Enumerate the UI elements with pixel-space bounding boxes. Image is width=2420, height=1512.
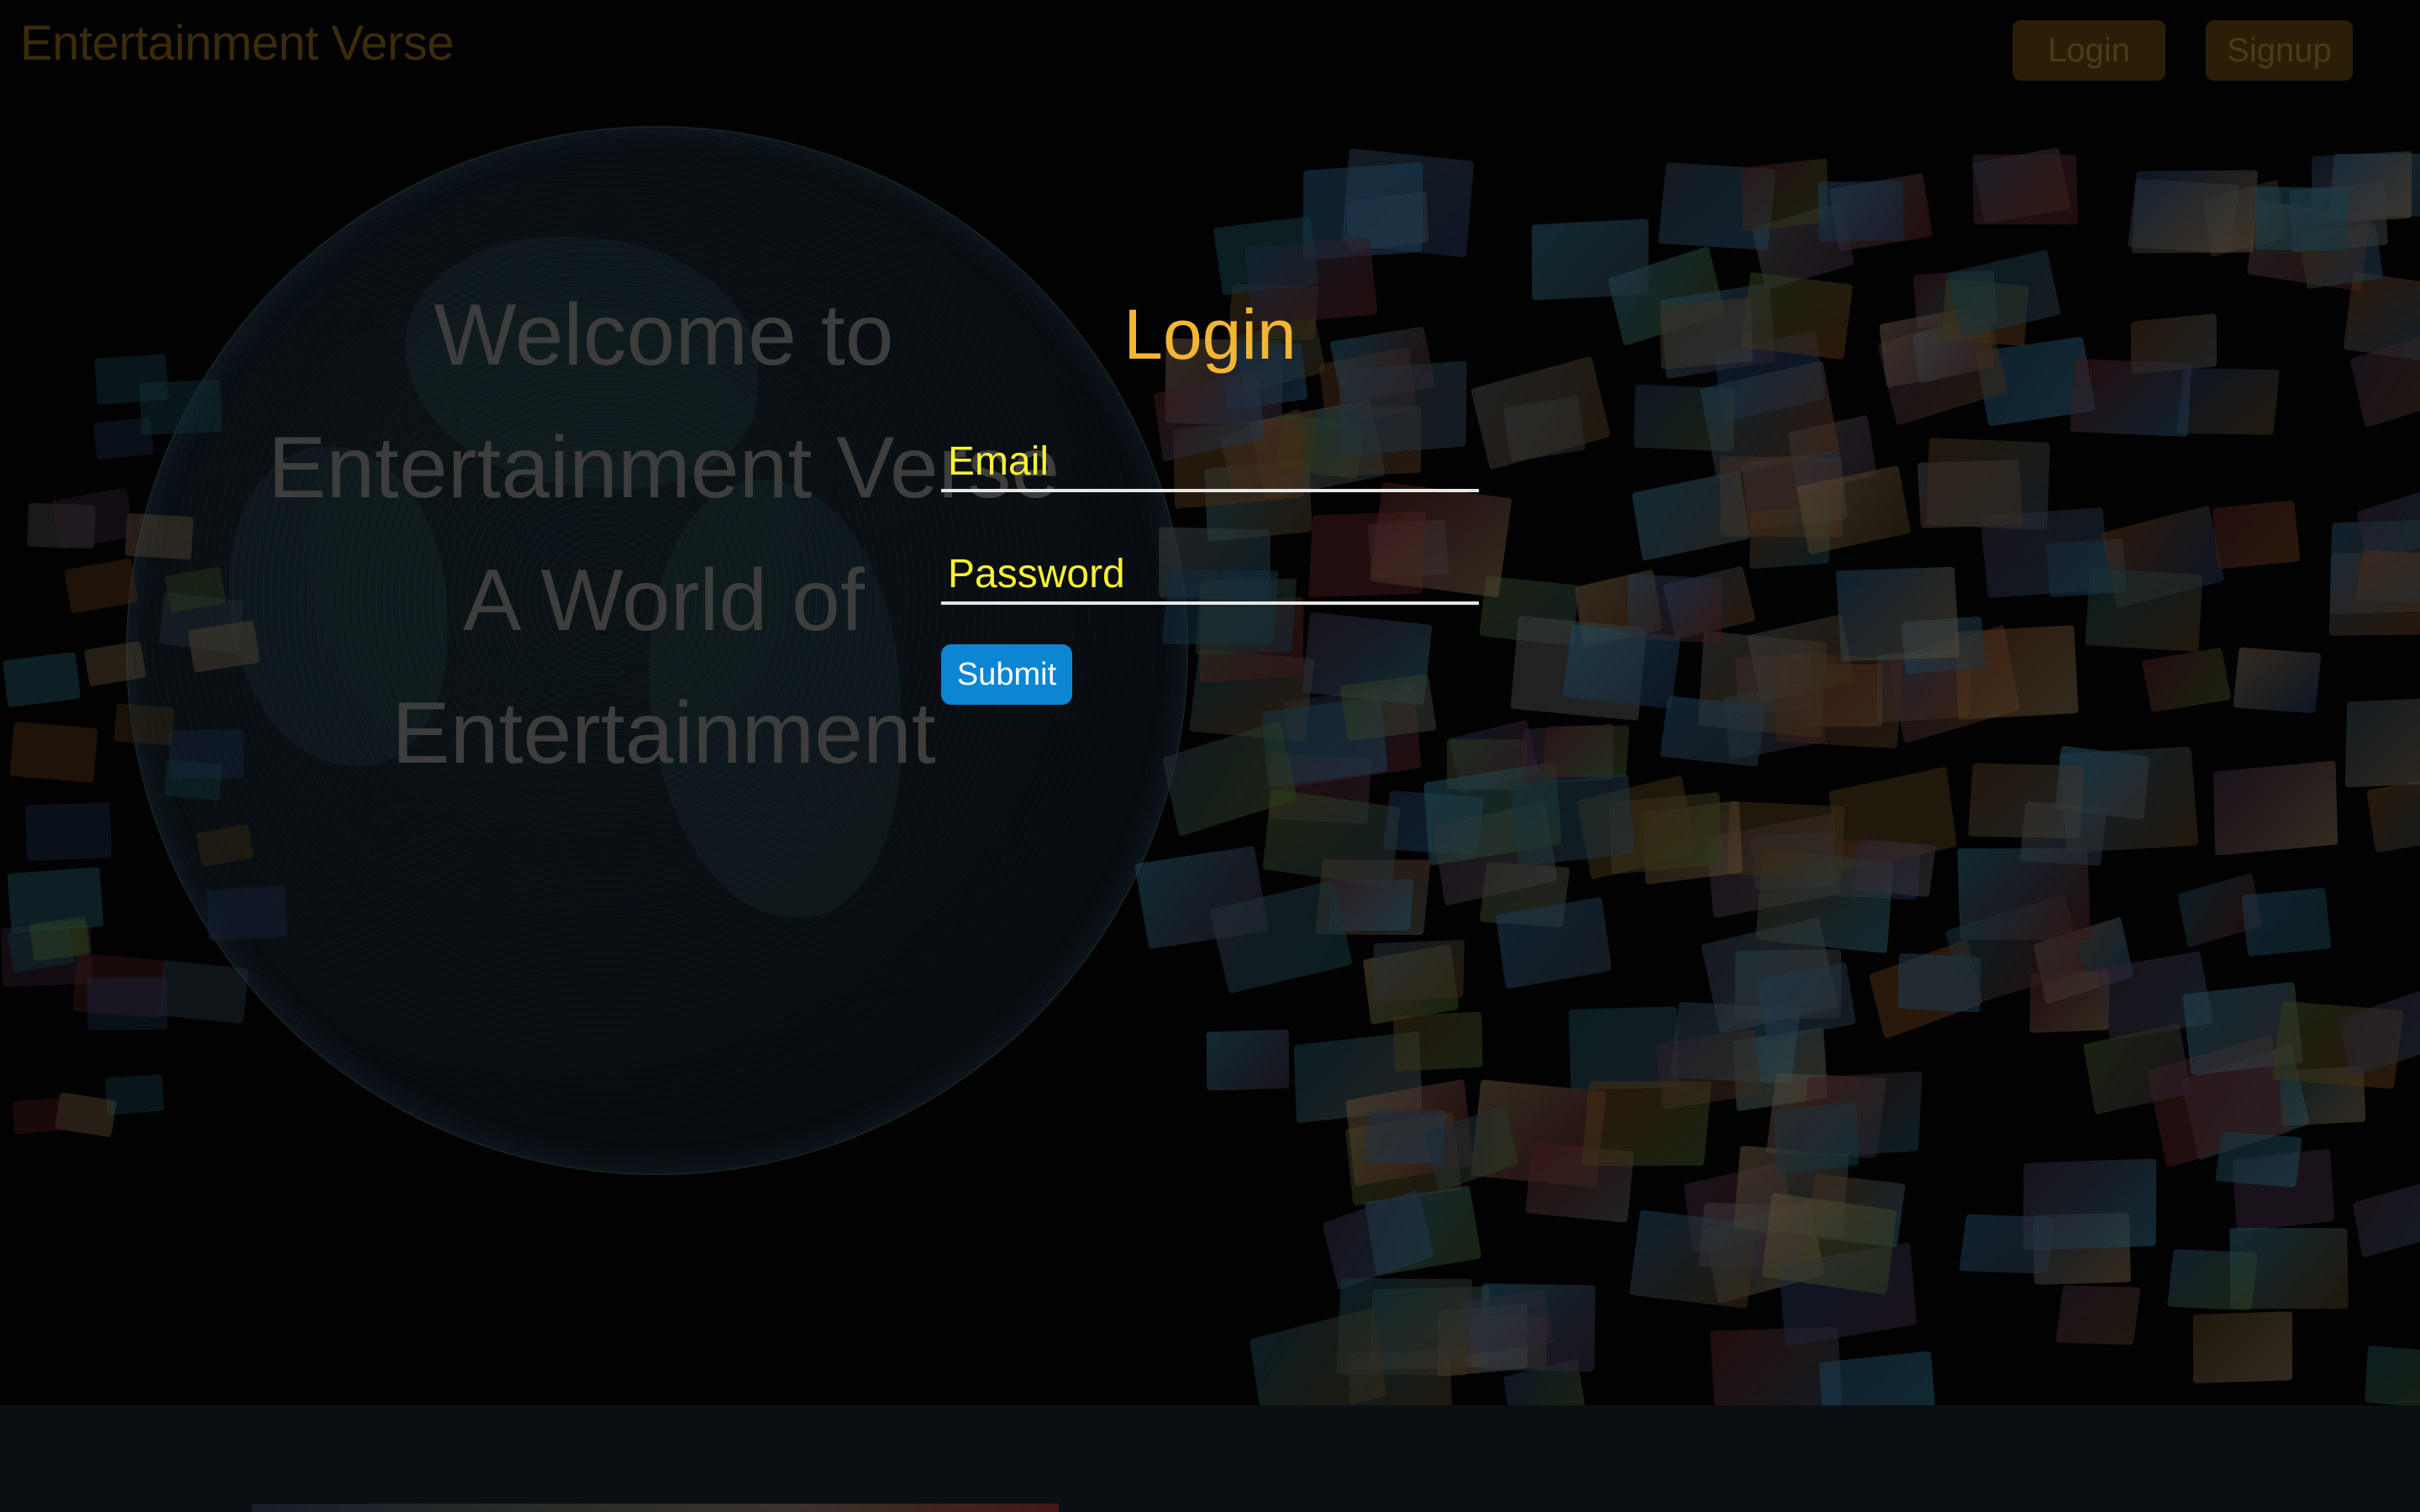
media-thumbnail (2364, 1345, 2420, 1405)
media-thumbnail (1660, 297, 1754, 370)
media-thumbnail (64, 558, 139, 614)
media-thumbnail (1926, 437, 2051, 530)
media-thumbnail (2254, 186, 2348, 252)
media-thumbnail (1542, 725, 1629, 778)
media-thumbnail (2241, 887, 2332, 957)
media-thumbnail (51, 488, 135, 550)
media-thumbnail (2211, 500, 2300, 570)
media-thumbnail (2233, 647, 2323, 714)
media-thumbnail (1531, 218, 1649, 301)
media-thumbnail (139, 379, 222, 435)
media-thumbnail (1946, 249, 2061, 339)
media-thumbnail (1322, 1189, 1434, 1290)
media-thumbnail (2214, 1130, 2302, 1188)
page: Entertainment Verse Login Signup Welcome… (0, 0, 2420, 1512)
media-thumbnail (164, 759, 223, 801)
media-thumbnail (2212, 760, 2338, 856)
media-thumbnail (1470, 355, 1611, 470)
media-thumbnail (1762, 1192, 1897, 1295)
nav-signup-button[interactable]: Signup (2206, 20, 2353, 81)
media-thumbnail (124, 512, 194, 560)
media-thumbnail (2352, 1182, 2420, 1258)
media-thumbnail (1818, 180, 1904, 242)
media-thumbnail (1393, 1011, 1484, 1072)
media-thumbnail (2141, 647, 2232, 712)
media-thumbnail (3, 651, 82, 708)
media-thumbnail (87, 977, 167, 1030)
media-thumbnail (1631, 470, 1751, 561)
media-thumbnail (113, 703, 174, 745)
media-thumbnail (1249, 1308, 1387, 1405)
media-thumbnail (1510, 773, 1636, 866)
media-thumbnail (1967, 763, 2085, 839)
media-thumbnail (1206, 1029, 1290, 1091)
submit-button[interactable]: Submit (941, 644, 1072, 705)
media-thumbnail (1262, 789, 1402, 889)
media-thumbnail (206, 885, 289, 942)
media-thumbnail (2023, 1158, 2157, 1251)
media-thumbnail (25, 802, 113, 861)
media-thumbnail (1372, 939, 1465, 1001)
media-thumbnail (2366, 774, 2420, 853)
media-thumbnail (196, 824, 254, 867)
media-thumbnail (1660, 696, 1766, 768)
media-thumbnail (2193, 1311, 2293, 1384)
media-thumbnail (2338, 990, 2420, 1078)
media-thumbnail (158, 959, 250, 1024)
media-thumbnail (2167, 1248, 2259, 1311)
media-thumbnail (1339, 675, 1437, 742)
media-thumbnail (2356, 549, 2420, 604)
media-thumbnail (2070, 359, 2193, 438)
media-thumbnail (2085, 567, 2203, 652)
media-thumbnail (1852, 837, 1937, 897)
email-field[interactable] (941, 433, 1479, 492)
media-thumbnail (12, 1097, 66, 1136)
footer-band (0, 1405, 2420, 1512)
login-title: Login (1123, 295, 1297, 374)
brand-logo-text[interactable]: Entertainment Verse (20, 15, 455, 71)
media-thumbnail (1581, 1081, 1712, 1166)
media-thumbnail (2345, 696, 2420, 788)
media-thumbnail (1627, 574, 1723, 643)
media-thumbnail (1741, 157, 1828, 231)
media-thumbnail (9, 721, 98, 783)
media-thumbnail (2131, 170, 2259, 254)
media-thumbnail (2054, 1284, 2141, 1345)
footer-image-strip (252, 1504, 1059, 1512)
media-thumbnail (2177, 367, 2281, 435)
media-thumbnail (1971, 155, 2078, 225)
media-thumbnail (1740, 271, 1853, 360)
nav-login-button[interactable]: Login (2012, 20, 2165, 81)
media-thumbnail (83, 640, 147, 687)
media-thumbnail (1835, 566, 1960, 662)
media-thumbnail (1773, 1101, 1860, 1174)
password-field[interactable] (941, 546, 1479, 605)
